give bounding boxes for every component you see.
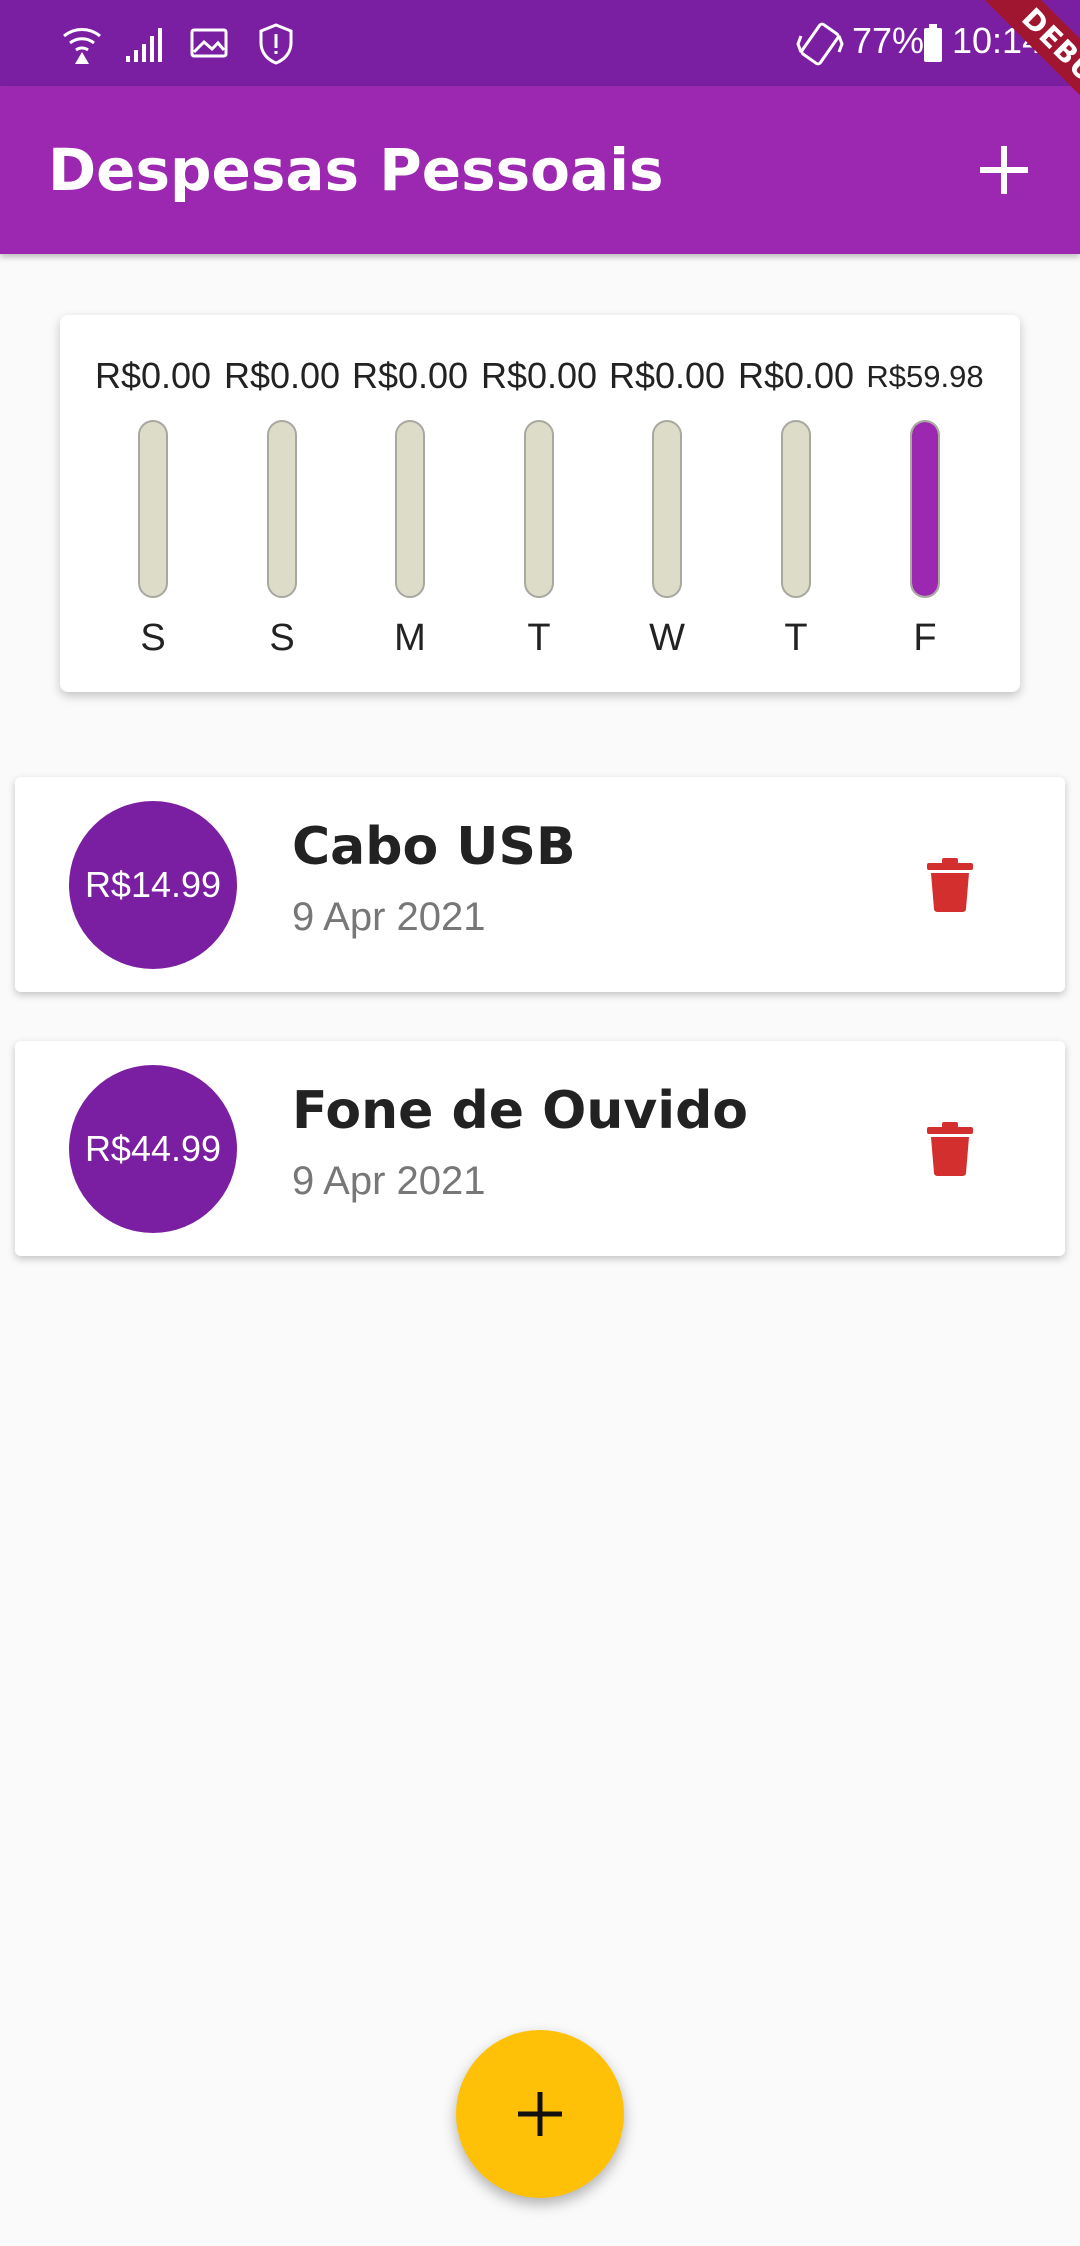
- chart-amount: R$0.00: [608, 355, 726, 396]
- trash-icon: [927, 858, 973, 912]
- chart-amount: R$0.00: [94, 355, 212, 396]
- chart-day-label: S: [269, 617, 295, 659]
- delete-button[interactable]: [920, 1118, 980, 1178]
- chart-amount: R$59.98: [866, 359, 984, 394]
- debug-label: DEBUG: [972, 0, 1080, 149]
- chart-bar: [138, 420, 168, 598]
- plus-icon: [518, 2092, 562, 2136]
- chart-day-label: M: [394, 617, 426, 659]
- chart-bar: [781, 420, 811, 598]
- page-title: Despesas Pessoais: [48, 136, 664, 204]
- chart-amount: R$0.00: [480, 355, 598, 396]
- chart-day-label: W: [649, 617, 685, 659]
- add-fab-button[interactable]: [456, 2030, 624, 2198]
- transaction-title: Cabo USB: [292, 817, 576, 877]
- chart-bar: [267, 420, 297, 598]
- chart-bar: [652, 420, 682, 598]
- status-bar: 77% 10:14: [0, 0, 1080, 86]
- chart-amount: R$0.00: [223, 355, 341, 396]
- battery-percent: 77%: [852, 20, 925, 61]
- chart-day-label: F: [913, 617, 937, 659]
- transaction-title: Fone de Ouvido: [292, 1081, 749, 1141]
- gallery-icon: [188, 22, 232, 70]
- chart-day-label: S: [140, 617, 166, 659]
- weekly-chart-card: R$0.00 R$0.00 R$0.00 R$0.00 R$0.00 R$0.0…: [60, 315, 1020, 692]
- delete-button[interactable]: [920, 854, 980, 914]
- transaction-amount: R$14.99: [84, 864, 222, 905]
- wifi-icon: [60, 22, 104, 70]
- transaction-card: R$14.99 Cabo USB 9 Apr 2021: [15, 777, 1065, 992]
- chart-day-label: T: [527, 617, 551, 659]
- transaction-card: R$44.99 Fone de Ouvido 9 Apr 2021: [15, 1041, 1065, 1256]
- debug-banner: DEBUG: [920, 0, 1080, 160]
- chart-day-label: T: [784, 617, 808, 659]
- vibrate-icon: [796, 22, 844, 70]
- trash-icon: [927, 1122, 973, 1176]
- chart-bar: [395, 420, 425, 598]
- transaction-amount-avatar: R$14.99: [69, 801, 237, 969]
- shield-icon: [254, 22, 298, 70]
- chart-bar: [524, 420, 554, 598]
- app-bar: Despesas Pessoais: [0, 86, 1080, 254]
- transaction-amount-avatar: R$44.99: [69, 1065, 237, 1233]
- chart-amount: R$0.00: [351, 355, 469, 396]
- chart-amount: R$0.00: [737, 355, 855, 396]
- transaction-amount: R$44.99: [84, 1128, 222, 1169]
- chart-bar-fill: [912, 422, 938, 596]
- signal-icon: [124, 22, 168, 70]
- transaction-date: 9 Apr 2021: [292, 895, 486, 939]
- transaction-date: 9 Apr 2021: [292, 1159, 486, 1203]
- chart-bar: [910, 420, 940, 598]
